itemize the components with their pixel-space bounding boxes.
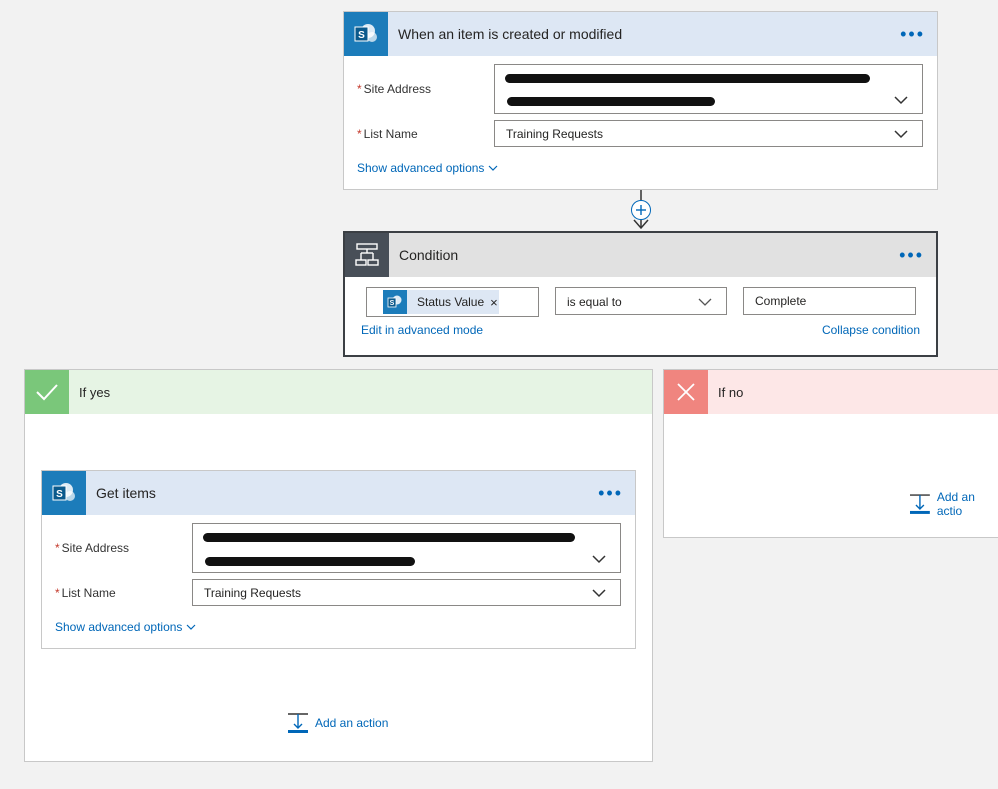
ellipsis-icon[interactable]: •••: [598, 484, 623, 502]
get-items-header[interactable]: S Get items •••: [42, 471, 635, 515]
list-name-dropdown[interactable]: Training Requests: [494, 120, 923, 147]
chevron-down-icon: [894, 96, 908, 105]
list-name-value: Training Requests: [506, 127, 603, 141]
if-no-title: If no: [718, 384, 744, 400]
sharepoint-icon: S: [344, 12, 388, 56]
redacted-text: [203, 533, 575, 542]
status-value-token[interactable]: S Status Value ×: [383, 290, 499, 314]
operator-dropdown[interactable]: is equal to: [555, 287, 727, 315]
condition-icon: [345, 233, 389, 277]
show-advanced-label: Show advanced options: [55, 620, 183, 634]
site-address-label: * Site Address: [55, 541, 130, 555]
add-action-label: Add an action: [315, 716, 389, 730]
site-address-dropdown[interactable]: [192, 523, 621, 573]
close-icon: [664, 370, 708, 414]
redacted-text: [205, 557, 415, 566]
if-yes-title: If yes: [79, 384, 111, 400]
condition-value-input[interactable]: Complete: [743, 287, 916, 315]
edit-advanced-mode-link[interactable]: Edit in advanced mode: [361, 323, 483, 337]
collapse-condition-link[interactable]: Collapse condition: [822, 323, 920, 337]
add-action-button[interactable]: Add an action: [287, 712, 388, 734]
condition-value: Complete: [755, 294, 807, 308]
ellipsis-icon[interactable]: •••: [899, 246, 924, 264]
token-label: Status Value: [417, 295, 485, 309]
site-address-label: * Site Address: [357, 82, 432, 96]
chevron-down-icon: [698, 298, 712, 306]
add-action-button[interactable]: Add an actio: [909, 490, 998, 518]
chevron-down-icon: [592, 589, 606, 598]
show-advanced-options-link[interactable]: Show advanced options: [357, 161, 498, 175]
ellipsis-icon[interactable]: •••: [900, 25, 925, 43]
site-address-dropdown[interactable]: [494, 64, 923, 114]
sharepoint-icon: S: [383, 290, 407, 314]
sharepoint-icon: S: [42, 471, 86, 515]
list-name-label: * List Name: [55, 586, 116, 600]
checkmark-icon: [25, 370, 69, 414]
add-action-icon: [288, 713, 308, 733]
show-advanced-label: Show advanced options: [357, 161, 485, 175]
list-name-label: * List Name: [357, 127, 418, 141]
chevron-down-icon: [894, 130, 908, 139]
add-action-label: Add an actio: [936, 490, 975, 518]
list-name-value: Training Requests: [204, 586, 301, 600]
if-no-branch: If no Add an actio: [663, 369, 998, 538]
insert-step-plus-icon[interactable]: [631, 200, 651, 220]
svg-text:S: S: [358, 30, 365, 41]
if-yes-branch: If yes S Get items ••• * Site Address * Li…: [24, 369, 653, 762]
trigger-card: S When an item is created or modified ••…: [343, 11, 938, 190]
condition-header[interactable]: Condition •••: [345, 233, 936, 277]
condition-card: Condition ••• S Status Value × is equal …: [343, 231, 938, 357]
trigger-title: When an item is created or modified: [398, 26, 623, 42]
redacted-text: [505, 74, 870, 83]
get-items-title: Get items: [96, 485, 156, 501]
if-no-header[interactable]: If no: [664, 370, 998, 414]
chevron-down-icon: [489, 165, 498, 171]
show-advanced-options-link[interactable]: Show advanced options: [55, 620, 196, 634]
redacted-text: [507, 97, 715, 106]
svg-text:S: S: [56, 489, 63, 500]
token-remove-icon[interactable]: ×: [490, 295, 498, 310]
get-items-card: S Get items ••• * Site Address * List Name…: [41, 470, 636, 649]
add-action-icon: [909, 494, 930, 514]
chevron-down-icon: [592, 555, 606, 564]
if-yes-header[interactable]: If yes: [25, 370, 652, 414]
trigger-header[interactable]: S When an item is created or modified ••…: [344, 12, 937, 56]
list-name-dropdown[interactable]: Training Requests: [192, 579, 621, 606]
chevron-down-icon: [187, 624, 196, 630]
operator-value: is equal to: [567, 295, 622, 309]
condition-title: Condition: [399, 247, 459, 263]
condition-left-operand[interactable]: S Status Value ×: [366, 287, 539, 317]
svg-text:S: S: [390, 300, 395, 307]
